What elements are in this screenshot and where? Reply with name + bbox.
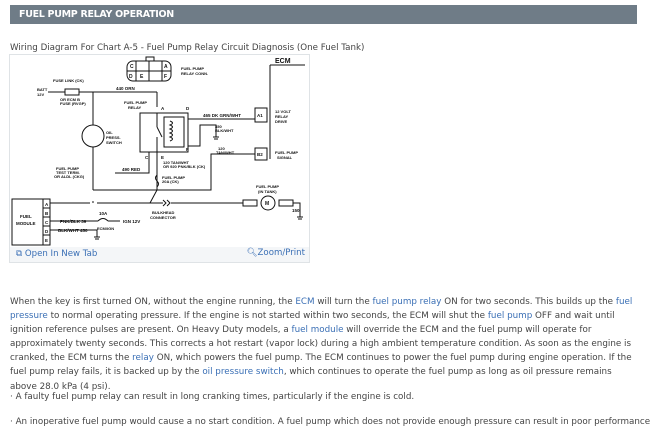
description-paragraph: When the key is first turned ON, without… (10, 295, 638, 394)
diagram-label: OR 920 PNK/BLK (CK) (163, 164, 206, 169)
diagram-label: RELAY CONN. (181, 71, 208, 76)
link-fuel-pump[interactable]: fuel pump (488, 311, 532, 321)
diagram-label: C (130, 64, 134, 70)
new-tab-icon: ⧉ (16, 249, 23, 259)
zoom-print-link[interactable]: 🔍︎Zoom/Print (247, 248, 305, 258)
diagram-label: 10A (99, 211, 108, 216)
diagram-label: 490 RED (122, 167, 141, 172)
diagram-label: M (265, 201, 269, 207)
diagram-label: 20A (CK) (162, 179, 179, 184)
text: When the key is first turned ON, without… (10, 297, 296, 307)
ecm-label: ECM (275, 58, 291, 65)
link-fuel-module[interactable]: fuel module (292, 325, 344, 335)
link-oil-pressure-switch[interactable]: oil pressure switch (202, 367, 284, 377)
diagram-label: SWITCH (106, 140, 122, 145)
diagram-label: B2 (257, 152, 263, 157)
link-ecm[interactable]: ECM (295, 297, 314, 307)
diagram-label: ECM/IGN (97, 226, 114, 231)
bullet-item: · A faulty fuel pump relay can result in… (10, 392, 415, 402)
wiring-diagram[interactable]: C A D E F FUEL PUMP RELAY CONN. ECM FUSE… (10, 55, 310, 249)
diagram-label: FUSE (RVGP) (60, 101, 86, 106)
diagram-label: B (45, 211, 49, 216)
diagram-label: F (186, 147, 189, 152)
diagram-label: F (164, 74, 167, 80)
open-label: Open In New Tab (24, 249, 98, 259)
diagram-label: A (164, 64, 168, 70)
diagram-label: RELAY (128, 105, 142, 110)
diagram-label: * (92, 201, 94, 207)
diagram-label: SIGNAL (277, 155, 293, 160)
oil-pressure-switch-symbol (81, 124, 105, 148)
diagram-label: BLK/WHT 450 (58, 228, 88, 233)
diagram-label: D (129, 74, 133, 80)
diagram-label: E (140, 74, 144, 80)
diagram-label: 150 (292, 208, 300, 213)
diagram-label: (IN TANK) (258, 189, 277, 194)
diagram-label: 440 ORN (116, 86, 135, 91)
zoom-label: Zoom/Print (257, 248, 305, 258)
text: will turn the (314, 297, 373, 307)
bullet-item: · An inoperative fuel pump would cause a… (10, 417, 650, 427)
text: ON for two seconds. This builds up the (441, 297, 616, 307)
diagram-label: TAN/WHT (216, 150, 235, 155)
relay-connector: C A D E F (126, 56, 172, 82)
diagram-label: A (45, 202, 49, 207)
diagram-label: D (186, 106, 190, 111)
diagram-label: CONNECTOR (150, 215, 176, 220)
diagram-label: BLK/WHT (215, 128, 234, 133)
diagram-label: D (45, 229, 49, 234)
diagram-label: C (45, 220, 49, 225)
diagram-label: FUEL (20, 214, 32, 219)
diagram-label: FUSE LINK (CK) (53, 78, 84, 83)
magnifier-icon: 🔍︎ (246, 248, 258, 258)
diagram-label: IGN 12V (123, 219, 140, 224)
link-relay[interactable]: relay (132, 353, 154, 363)
diagram-label: E (45, 238, 48, 243)
diagram-label: A1 (257, 113, 263, 118)
diagram-label: C (145, 155, 149, 160)
wiring-diagram-figure: C A D E F FUEL PUMP RELAY CONN. ECM FUSE… (9, 54, 310, 263)
diagram-label: PNK/BLK 39 (60, 219, 87, 224)
diagram-label: 12V (37, 92, 44, 97)
diagram-label: A (161, 106, 165, 111)
section-header: FUEL PUMP RELAY OPERATION (10, 5, 637, 24)
diagram-label: OR ALDL (CKG) (54, 174, 85, 179)
link-fuel-pump-relay[interactable]: fuel pump relay (373, 297, 442, 307)
diagram-label: MODULE (16, 221, 36, 226)
open-in-new-tab-link[interactable]: ⧉ Open In New Tab (16, 249, 97, 259)
figure-footer: ⧉ Open In New Tab 🔍︎Zoom/Print (10, 247, 309, 262)
diagram-label: DRIVE (275, 119, 288, 124)
diagram-label: 465 DK GRN/WHT (203, 113, 241, 118)
text: to normal operating pressure. If the eng… (47, 311, 488, 322)
figure-caption: Wiring Diagram For Chart A-5 - Fuel Pump… (10, 43, 365, 53)
